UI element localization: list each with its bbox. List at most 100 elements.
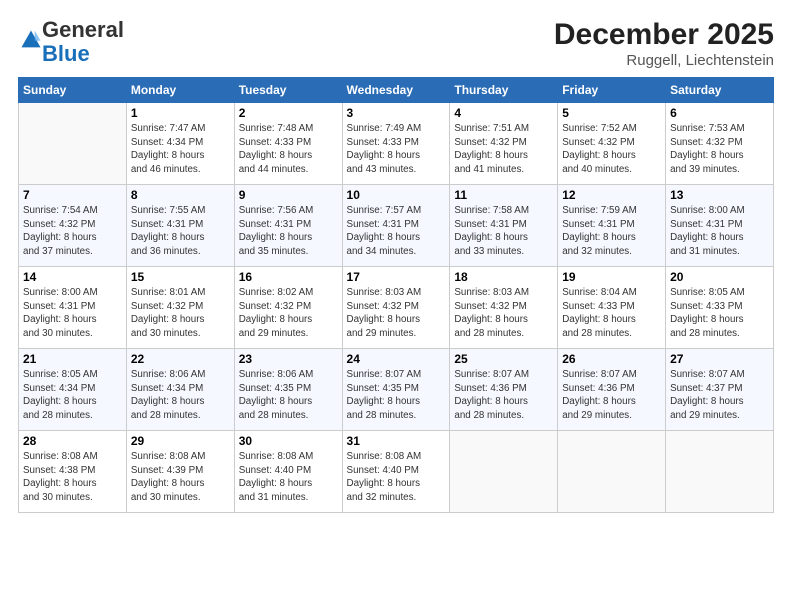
weekday-header-monday: Monday — [126, 78, 234, 103]
day-number: 11 — [454, 188, 553, 202]
weekday-header-wednesday: Wednesday — [342, 78, 450, 103]
day-info: Sunrise: 8:05 AM Sunset: 4:33 PM Dayligh… — [670, 286, 769, 341]
calendar-cell: 8Sunrise: 7:55 AM Sunset: 4:31 PM Daylig… — [126, 185, 234, 267]
day-number: 7 — [23, 188, 122, 202]
calendar-cell — [666, 431, 774, 513]
day-number: 31 — [347, 434, 446, 448]
day-info: Sunrise: 8:08 AM Sunset: 4:40 PM Dayligh… — [239, 450, 338, 505]
day-info: Sunrise: 7:52 AM Sunset: 4:32 PM Dayligh… — [562, 122, 661, 177]
day-info: Sunrise: 8:06 AM Sunset: 4:35 PM Dayligh… — [239, 368, 338, 423]
calendar-cell: 9 Sunrise: 7:56 AM Sunset: 4:31 PM Daylig… — [234, 185, 342, 267]
calendar-cell: 3 Sunrise: 7:49 AM Sunset: 4:33 PM Daylig… — [342, 103, 450, 185]
week-row-0: 1Sunrise: 7:47 AM Sunset: 4:34 PM Daylig… — [19, 103, 774, 185]
day-number: 12 — [562, 188, 661, 202]
week-row-1: 7 Sunrise: 7:54 AM Sunset: 4:32 PM Daylig… — [19, 185, 774, 267]
day-info: Sunrise: 8:00 AM Sunset: 4:31 PM Dayligh… — [23, 286, 122, 341]
day-number: 6 — [670, 106, 769, 120]
day-number: 15 — [131, 270, 230, 284]
calendar-cell: 4 Sunrise: 7:51 AM Sunset: 4:32 PM Daylig… — [450, 103, 558, 185]
logo-general-text: General — [42, 17, 124, 42]
location-title: Ruggell, Liechtenstein — [554, 52, 774, 69]
day-number: 21 — [23, 352, 122, 366]
day-number: 8 — [131, 188, 230, 202]
calendar-cell: 5 Sunrise: 7:52 AM Sunset: 4:32 PM Daylig… — [558, 103, 666, 185]
calendar-cell: 7 Sunrise: 7:54 AM Sunset: 4:32 PM Daylig… — [19, 185, 127, 267]
day-number: 26 — [562, 352, 661, 366]
calendar-cell: 28 Sunrise: 8:08 AM Sunset: 4:38 PM Dayli… — [19, 431, 127, 513]
calendar-cell — [558, 431, 666, 513]
day-number: 28 — [23, 434, 122, 448]
day-number: 22 — [131, 352, 230, 366]
day-info: Sunrise: 7:48 AM Sunset: 4:33 PM Dayligh… — [239, 122, 338, 177]
calendar-cell: 24 Sunrise: 8:07 AM Sunset: 4:35 PM Dayli… — [342, 349, 450, 431]
day-number: 5 — [562, 106, 661, 120]
calendar-cell: 17Sunrise: 8:03 AM Sunset: 4:32 PM Dayli… — [342, 267, 450, 349]
day-number: 27 — [670, 352, 769, 366]
calendar-cell: 11 Sunrise: 7:58 AM Sunset: 4:31 PM Dayli… — [450, 185, 558, 267]
day-number: 3 — [347, 106, 446, 120]
calendar-cell — [450, 431, 558, 513]
calendar-cell: 14 Sunrise: 8:00 AM Sunset: 4:31 PM Dayli… — [19, 267, 127, 349]
day-info: Sunrise: 8:08 AM Sunset: 4:38 PM Dayligh… — [23, 450, 122, 505]
day-number: 13 — [670, 188, 769, 202]
weekday-header-tuesday: Tuesday — [234, 78, 342, 103]
weekday-header-friday: Friday — [558, 78, 666, 103]
day-info: Sunrise: 8:04 AM Sunset: 4:33 PM Dayligh… — [562, 286, 661, 341]
day-info: Sunrise: 7:56 AM Sunset: 4:31 PM Dayligh… — [239, 204, 338, 259]
calendar-cell: 31 Sunrise: 8:08 AM Sunset: 4:40 PM Dayli… — [342, 431, 450, 513]
calendar-cell: 20 Sunrise: 8:05 AM Sunset: 4:33 PM Dayli… — [666, 267, 774, 349]
day-info: Sunrise: 8:07 AM Sunset: 4:37 PM Dayligh… — [670, 368, 769, 423]
day-number: 25 — [454, 352, 553, 366]
day-info: Sunrise: 7:47 AM Sunset: 4:34 PM Dayligh… — [131, 122, 230, 177]
logo: General Blue — [18, 18, 124, 66]
day-number: 9 — [239, 188, 338, 202]
day-info: Sunrise: 8:03 AM Sunset: 4:32 PM Dayligh… — [347, 286, 446, 341]
calendar-cell: 29Sunrise: 8:08 AM Sunset: 4:39 PM Dayli… — [126, 431, 234, 513]
title-block: December 2025 Ruggell, Liechtenstein — [554, 18, 774, 69]
week-row-3: 21 Sunrise: 8:05 AM Sunset: 4:34 PM Dayli… — [19, 349, 774, 431]
day-info: Sunrise: 8:06 AM Sunset: 4:34 PM Dayligh… — [131, 368, 230, 423]
calendar-cell: 30Sunrise: 8:08 AM Sunset: 4:40 PM Dayli… — [234, 431, 342, 513]
calendar-cell — [19, 103, 127, 185]
calendar-cell: 12 Sunrise: 7:59 AM Sunset: 4:31 PM Dayli… — [558, 185, 666, 267]
calendar-cell: 6 Sunrise: 7:53 AM Sunset: 4:32 PM Daylig… — [666, 103, 774, 185]
day-number: 2 — [239, 106, 338, 120]
calendar-cell: 27 Sunrise: 8:07 AM Sunset: 4:37 PM Dayli… — [666, 349, 774, 431]
day-info: Sunrise: 7:53 AM Sunset: 4:32 PM Dayligh… — [670, 122, 769, 177]
day-info: Sunrise: 7:49 AM Sunset: 4:33 PM Dayligh… — [347, 122, 446, 177]
calendar-cell: 16 Sunrise: 8:02 AM Sunset: 4:32 PM Dayli… — [234, 267, 342, 349]
week-row-4: 28 Sunrise: 8:08 AM Sunset: 4:38 PM Dayli… — [19, 431, 774, 513]
day-info: Sunrise: 7:54 AM Sunset: 4:32 PM Dayligh… — [23, 204, 122, 259]
day-info: Sunrise: 7:51 AM Sunset: 4:32 PM Dayligh… — [454, 122, 553, 177]
day-info: Sunrise: 8:03 AM Sunset: 4:32 PM Dayligh… — [454, 286, 553, 341]
day-number: 4 — [454, 106, 553, 120]
calendar-cell: 15Sunrise: 8:01 AM Sunset: 4:32 PM Dayli… — [126, 267, 234, 349]
calendar-cell: 18Sunrise: 8:03 AM Sunset: 4:32 PM Dayli… — [450, 267, 558, 349]
day-info: Sunrise: 7:58 AM Sunset: 4:31 PM Dayligh… — [454, 204, 553, 259]
weekday-header-row: SundayMondayTuesdayWednesdayThursdayFrid… — [19, 78, 774, 103]
calendar-cell: 26Sunrise: 8:07 AM Sunset: 4:36 PM Dayli… — [558, 349, 666, 431]
day-info: Sunrise: 7:57 AM Sunset: 4:31 PM Dayligh… — [347, 204, 446, 259]
logo-blue-text: Blue — [42, 41, 90, 66]
day-info: Sunrise: 8:08 AM Sunset: 4:40 PM Dayligh… — [347, 450, 446, 505]
calendar-cell: 19Sunrise: 8:04 AM Sunset: 4:33 PM Dayli… — [558, 267, 666, 349]
calendar: SundayMondayTuesdayWednesdayThursdayFrid… — [18, 77, 774, 513]
weekday-header-thursday: Thursday — [450, 78, 558, 103]
calendar-cell: 2 Sunrise: 7:48 AM Sunset: 4:33 PM Daylig… — [234, 103, 342, 185]
calendar-cell: 1Sunrise: 7:47 AM Sunset: 4:34 PM Daylig… — [126, 103, 234, 185]
day-info: Sunrise: 7:59 AM Sunset: 4:31 PM Dayligh… — [562, 204, 661, 259]
weekday-header-saturday: Saturday — [666, 78, 774, 103]
day-number: 20 — [670, 270, 769, 284]
day-number: 14 — [23, 270, 122, 284]
day-number: 29 — [131, 434, 230, 448]
day-number: 24 — [347, 352, 446, 366]
month-title: December 2025 — [554, 18, 774, 52]
calendar-cell: 23Sunrise: 8:06 AM Sunset: 4:35 PM Dayli… — [234, 349, 342, 431]
day-info: Sunrise: 8:07 AM Sunset: 4:36 PM Dayligh… — [454, 368, 553, 423]
day-number: 16 — [239, 270, 338, 284]
day-info: Sunrise: 8:05 AM Sunset: 4:34 PM Dayligh… — [23, 368, 122, 423]
day-number: 10 — [347, 188, 446, 202]
day-info: Sunrise: 8:02 AM Sunset: 4:32 PM Dayligh… — [239, 286, 338, 341]
header: General Blue December 2025 Ruggell, Liec… — [18, 18, 774, 69]
day-info: Sunrise: 8:07 AM Sunset: 4:35 PM Dayligh… — [347, 368, 446, 423]
